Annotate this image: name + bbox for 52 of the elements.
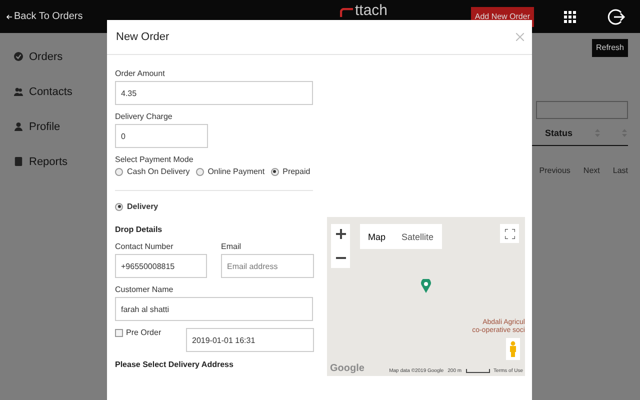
search-field[interactable] bbox=[536, 100, 628, 118]
zoom-in-icon[interactable] bbox=[336, 229, 346, 239]
pagination-link[interactable]: Last bbox=[612, 166, 628, 174]
date-time-field[interactable]: 2019-01-01 16:31 bbox=[186, 328, 314, 352]
radio-button[interactable] bbox=[115, 168, 123, 176]
delivery-charge-field[interactable]: 0 bbox=[115, 124, 208, 148]
pagination-link[interactable]: Previous bbox=[539, 166, 570, 174]
apps-grid-icon[interactable] bbox=[564, 10, 576, 22]
check-circle-icon bbox=[14, 52, 23, 61]
close-icon[interactable] bbox=[516, 33, 524, 41]
map-brand-text: Google bbox=[330, 363, 364, 374]
field-label: Email bbox=[221, 242, 242, 251]
dialog-title: New Order bbox=[116, 31, 170, 43]
field-label: Order Amount bbox=[115, 69, 166, 78]
people-icon bbox=[14, 87, 23, 96]
field-label: Select Payment Mode bbox=[115, 155, 194, 164]
payment-mode-option[interactable]: Cash On Delivery bbox=[115, 167, 190, 176]
sidebar-item[interactable]: Reports bbox=[0, 144, 105, 179]
field-label: Customer Name bbox=[115, 285, 174, 294]
email-field[interactable]: Email address bbox=[221, 254, 314, 278]
delivery-option[interactable]: Delivery bbox=[115, 202, 314, 211]
sidebar-item[interactable]: Contacts bbox=[0, 74, 105, 109]
book-icon bbox=[14, 157, 23, 166]
fullscreen-button[interactable] bbox=[500, 224, 519, 243]
scale-bar bbox=[466, 369, 490, 373]
refresh-button[interactable]: Refresh bbox=[592, 38, 628, 56]
section-heading: Please Select Delivery Address bbox=[115, 360, 234, 369]
person-icon bbox=[14, 122, 23, 131]
payment-mode-option[interactable]: Online Payment bbox=[196, 167, 265, 176]
back-arrow-icon bbox=[6, 14, 12, 20]
back-link[interactable]: Back To Orders bbox=[6, 11, 186, 22]
column-header[interactable]: Status bbox=[545, 128, 573, 138]
fullscreen-icon bbox=[504, 228, 514, 238]
map-pin-icon[interactable] bbox=[421, 279, 431, 293]
sidebar-item[interactable]: Orders bbox=[0, 39, 105, 74]
order-amount-field[interactable]: 4.35 bbox=[115, 81, 313, 105]
radio-button[interactable] bbox=[270, 168, 279, 176]
radio-button[interactable] bbox=[115, 202, 123, 210]
contact-number-field[interactable]: +96550008815 bbox=[115, 254, 207, 278]
customer-name-field[interactable]: farah al shatti bbox=[115, 297, 313, 321]
field-label: Delivery Charge bbox=[115, 112, 174, 121]
sidebar-item[interactable]: Profile bbox=[0, 109, 105, 144]
pegman-icon bbox=[509, 341, 517, 357]
logo-text: ttach bbox=[355, 3, 388, 18]
radio-button[interactable] bbox=[196, 168, 204, 176]
logo-mark-icon bbox=[340, 8, 354, 18]
field-label: Contact Number bbox=[115, 242, 174, 251]
section-heading: Drop Details bbox=[115, 225, 164, 234]
pre-order-checkbox[interactable]: Pre Order bbox=[115, 328, 162, 337]
logout-icon[interactable] bbox=[606, 6, 626, 26]
pagination-link[interactable]: Next bbox=[583, 166, 600, 174]
payment-mode-option[interactable]: Prepaid bbox=[270, 167, 310, 176]
